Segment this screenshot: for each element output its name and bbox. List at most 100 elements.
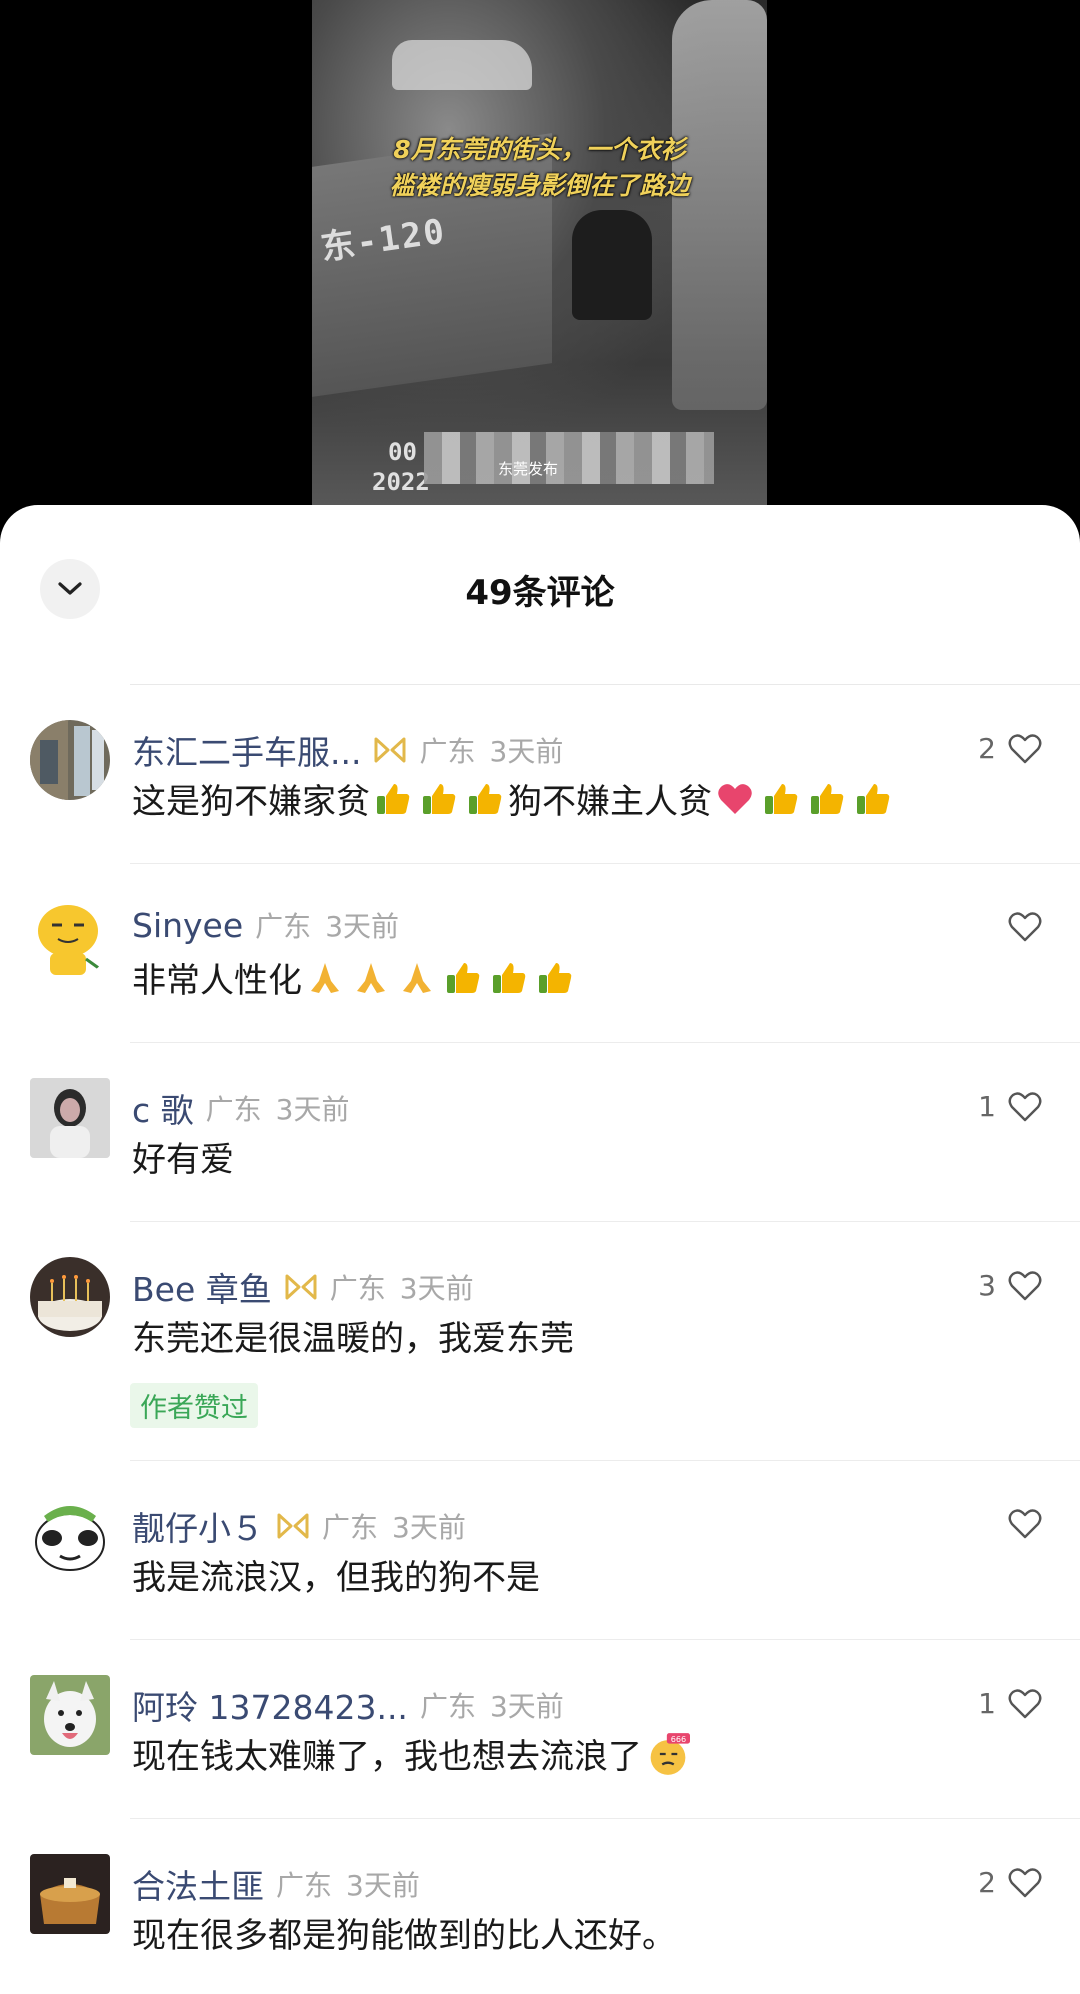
like-count: 1 (978, 1090, 996, 1123)
comment-text-part: 狗不嫌主人贫 (508, 782, 712, 822)
comment-text-part: 现在钱太难赚了，我也想去流浪了 (132, 1737, 642, 1777)
comment-meta: 合法土匪 广东 3天前 (132, 1860, 420, 1908)
comment-sheet: 49条评论 东汇二手车服... 广东 3天前 这是狗不嫌家贫 狗不嫌主人贫 2 … (0, 505, 1080, 1994)
comment-text: 非常人性化 (132, 953, 578, 1002)
divider (130, 1460, 1080, 1461)
bowtie-badge-icon (277, 1513, 309, 1539)
comment-meta: 靓仔小５ 广东 3天前 (132, 1502, 466, 1550)
like-count: 1 (978, 1687, 996, 1720)
comment-text: 现在很多都是狗能做到的比人还好。 (132, 1908, 676, 1957)
comment-time: 3天前 (399, 1272, 474, 1305)
thumbs-up-icon (469, 783, 502, 814)
comment-meta: Sinyee 广东 3天前 (132, 905, 399, 945)
username[interactable]: 东汇二手车服... (132, 726, 361, 774)
avatar[interactable] (30, 899, 110, 979)
thumbs-up-icon (857, 783, 890, 814)
comment-text-part: 我是流浪汉，但我的狗不是 (132, 1558, 540, 1598)
comment-time: 3天前 (489, 1690, 564, 1723)
comment-text-part: 这是狗不嫌家贫 (132, 782, 370, 822)
comment-time: 3天前 (275, 1093, 350, 1126)
thumbs-up-icon (377, 783, 410, 814)
comment-time: 3天前 (489, 735, 564, 768)
comment-text-part: 非常人性化 (132, 961, 302, 1001)
username[interactable]: 合法土匪 (132, 1860, 264, 1908)
username[interactable]: Bee 章鱼 (132, 1263, 272, 1311)
bowtie-badge-icon (374, 737, 406, 763)
avatar[interactable] (30, 1854, 110, 1934)
avatar[interactable] (30, 1675, 110, 1755)
comment-location: 广东 (205, 1093, 262, 1126)
comment-text: 我是流浪汉，但我的狗不是 (132, 1550, 540, 1599)
svg-text:666: 666 (671, 1733, 686, 1743)
comment-location: 广东 (322, 1511, 379, 1544)
heart-emoji-icon (718, 783, 752, 814)
avatar[interactable] (30, 1257, 110, 1337)
comment-time: 3天前 (392, 1511, 466, 1544)
praying-hands-icon (357, 962, 385, 993)
like-button[interactable] (996, 1508, 1042, 1540)
video-timestamp-top: 00 (388, 438, 417, 466)
thumbs-up-icon (493, 962, 526, 993)
video-timestamp-bottom: 2022 (372, 468, 430, 496)
like-button[interactable]: 1 (978, 1090, 1042, 1123)
like-count: 2 (978, 1866, 996, 1899)
comment-text-part: 好有爱 (132, 1140, 234, 1180)
comment-meta: c 歌 广东 3天前 (132, 1084, 349, 1132)
comment-meta: 东汇二手车服... 广东 3天前 (132, 726, 563, 774)
comment-text-part: 现在很多都是狗能做到的比人还好。 (132, 1916, 676, 1956)
avatar[interactable] (30, 1078, 110, 1158)
comment-meta: Bee 章鱼 广东 3天前 (132, 1263, 474, 1311)
comment-text: 好有爱 (132, 1132, 234, 1181)
like-button[interactable]: 2 (978, 732, 1042, 765)
heart-outline-icon (1008, 1688, 1042, 1718)
comment-location: 广东 (419, 1690, 476, 1723)
video-player[interactable]: 东-120 8月东莞的街头，一个衣衫 褴褛的瘦弱身影倒在了路边 00 2022 … (0, 0, 1080, 520)
thumbs-up-icon (539, 962, 572, 993)
username[interactable]: 靓仔小５ (132, 1502, 264, 1550)
video-scene-figure (672, 0, 767, 410)
video-caption-line1: 8月东莞的街头，一个衣衫 (393, 135, 686, 164)
comment-count-title: 49条评论 (465, 573, 615, 613)
username[interactable]: c 歌 (132, 1084, 194, 1132)
like-button[interactable]: 3 (978, 1269, 1042, 1302)
username[interactable]: 阿玲 13728423... (132, 1681, 408, 1729)
like-count: 3 (978, 1269, 996, 1302)
video-frame[interactable]: 东-120 8月东莞的街头，一个衣衫 褴褛的瘦弱身影倒在了路边 00 2022 … (312, 0, 767, 520)
username[interactable]: Sinyee (132, 906, 243, 945)
video-scene-car (392, 40, 532, 90)
thinking-face-666-icon: 666 (650, 1732, 690, 1775)
heart-outline-icon (1008, 1091, 1042, 1121)
author-liked-badge: 作者赞过 (130, 1383, 258, 1428)
comment-location: 广东 (276, 1869, 333, 1902)
comment-text-part: 东莞还是很温暖的，我爱东莞 (132, 1319, 574, 1359)
video-watermark: 东莞发布 (498, 460, 559, 478)
bowtie-badge-icon (285, 1274, 317, 1300)
thumbs-up-icon (423, 783, 456, 814)
heart-outline-icon (1008, 912, 1042, 942)
heart-outline-icon (1008, 1867, 1042, 1897)
avatar[interactable] (30, 720, 110, 800)
divider (130, 684, 1080, 685)
comment-text: 现在钱太难赚了，我也想去流浪了 666 (132, 1729, 694, 1778)
like-count: 2 (978, 732, 996, 765)
like-button[interactable]: 2 (978, 1866, 1042, 1899)
heart-outline-icon (1008, 733, 1042, 763)
divider (130, 1042, 1080, 1043)
avatar[interactable] (30, 1496, 110, 1576)
thumbs-up-icon (811, 783, 844, 814)
comment-time: 3天前 (325, 910, 400, 943)
heart-outline-icon (1008, 1509, 1042, 1539)
video-scene-person (572, 210, 652, 320)
comment-time: 3天前 (346, 1869, 420, 1902)
divider (130, 863, 1080, 864)
like-button[interactable] (996, 911, 1042, 943)
comment-text: 东莞还是很温暖的，我爱东莞 (132, 1311, 574, 1360)
like-button[interactable]: 1 (978, 1687, 1042, 1720)
comment-text: 这是狗不嫌家贫 狗不嫌主人贫 (132, 774, 896, 823)
thumbs-up-icon (447, 962, 480, 993)
thumbs-up-icon (765, 783, 798, 814)
praying-hands-icon (311, 962, 339, 993)
comment-location: 广东 (419, 735, 476, 768)
video-caption: 8月东莞的街头，一个衣衫 褴褛的瘦弱身影倒在了路边 (312, 132, 767, 204)
divider (130, 1221, 1080, 1222)
